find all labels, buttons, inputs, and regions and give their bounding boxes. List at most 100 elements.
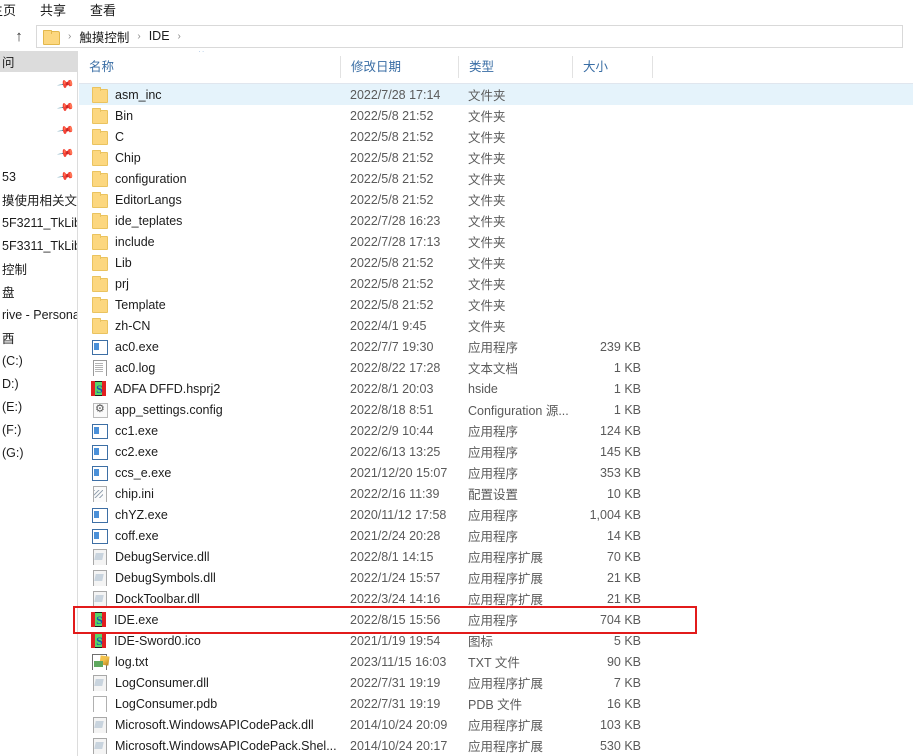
file-name-cell: Template: [79, 296, 340, 313]
nav-item-3[interactable]: 📌: [0, 120, 77, 141]
file-name-label: coff.exe: [115, 528, 159, 543]
file-date-cell: 2022/5/8 21:52: [350, 108, 434, 123]
ribbon-tab-0[interactable]: 主页: [0, 0, 28, 21]
table-row[interactable]: ac0.exe 2022/7/7 19:30 应用程序 239 KB: [79, 336, 913, 357]
file-name-label: LogConsumer.pdb: [115, 696, 218, 711]
ribbon-tab-1[interactable]: 共享: [28, 0, 78, 21]
table-row[interactable]: LogConsumer.pdb 2022/7/31 19:19 PDB 文件 16 K…: [79, 693, 913, 714]
file-date-cell: 2022/4/1 9:45: [350, 318, 427, 333]
nav-item-label: 5F3311_TkLib_: [2, 238, 77, 253]
breadcrumb-separator[interactable]: ›: [63, 31, 76, 42]
pin-icon[interactable]: 📌: [57, 145, 75, 163]
nav-item-16[interactable]: (F:): [0, 419, 77, 440]
table-row[interactable]: asm_inc 2022/7/28 17:14 文件夹: [79, 84, 913, 105]
table-row[interactable]: C 2022/5/8 21:52 文件夹: [79, 126, 913, 147]
table-row[interactable]: coff.exe 2021/2/24 20:28 应用程序 14 KB: [79, 525, 913, 546]
table-row[interactable]: chYZ.exe 2020/11/12 17:58 应用程序 1,004 KB: [79, 504, 913, 525]
nav-item-5[interactable]: 53 📌: [0, 166, 77, 187]
nav-item-0[interactable]: 问: [0, 51, 77, 72]
table-row[interactable]: include 2022/7/28 17:13 文件夹: [79, 231, 913, 252]
table-row[interactable]: Bin 2022/5/8 21:52 文件夹: [79, 105, 913, 126]
file-date-cell: 2022/5/8 21:52: [350, 297, 434, 312]
file-size-cell: 21 KB: [606, 591, 641, 606]
ribbon-tab-2[interactable]: 查看: [78, 0, 128, 21]
table-row[interactable]: ac0.log 2022/8/22 17:28 文本文档 1 KB: [79, 357, 913, 378]
file-name-cell: LogConsumer.pdb: [79, 695, 340, 712]
pin-icon[interactable]: 📌: [57, 99, 75, 117]
file-name-cell: chYZ.exe: [79, 507, 340, 523]
table-row[interactable]: S IDE.exe 2022/8/15 15:56 应用程序 704 KB: [79, 609, 913, 630]
file-name-label: DebugService.dll: [115, 549, 210, 564]
column-header-type[interactable]: 类型: [458, 55, 572, 78]
table-row[interactable]: configuration 2022/5/8 21:52 文件夹: [79, 168, 913, 189]
table-row[interactable]: LogConsumer.dll 2022/7/31 19:19 应用程序扩展 7 KB: [79, 672, 913, 693]
table-row[interactable]: DockToolbar.dll 2022/3/24 14:16 应用程序扩展 21 K…: [79, 588, 913, 609]
table-row[interactable]: Template 2022/5/8 21:52 文件夹: [79, 294, 913, 315]
file-date-cell: 2022/8/1 14:15: [350, 549, 434, 564]
file-list-pane: 名称 ^ 修改日期 类型 大小 asm_inc 2022/7/28 17:14 文件…: [79, 51, 913, 756]
nav-item-10[interactable]: 盘: [0, 281, 77, 302]
breadcrumb-separator[interactable]: ›: [132, 31, 145, 42]
nav-item-4[interactable]: 📌: [0, 143, 77, 164]
nav-item-2[interactable]: 📌: [0, 97, 77, 118]
file-date-cell: 2022/8/1 20:03: [350, 381, 434, 396]
table-row[interactable]: S IDE-Sword0.ico 2021/1/19 19:54 图标 5 KB: [79, 630, 913, 651]
nav-item-14[interactable]: D:): [0, 373, 77, 394]
file-date-cell: 2022/5/8 21:52: [350, 129, 434, 144]
table-row[interactable]: Microsoft.WindowsAPICodePack.dll 2014/10/…: [79, 714, 913, 735]
nav-item-17[interactable]: (G:): [0, 442, 77, 463]
breadcrumb-separator[interactable]: ›: [173, 31, 186, 42]
breadcrumb-item-0[interactable]: 触摸控制: [76, 27, 132, 46]
table-row[interactable]: Lib 2022/5/8 21:52 文件夹: [79, 252, 913, 273]
table-row[interactable]: app_settings.config 2022/8/18 8:51 Configu…: [79, 399, 913, 420]
nav-item-6[interactable]: 摸使用相关文档: [0, 189, 77, 210]
column-header-name[interactable]: 名称 ^: [79, 51, 340, 78]
table-row[interactable]: Microsoft.WindowsAPICodePack.Shel... 2014…: [79, 735, 913, 756]
column-header-size[interactable]: 大小: [572, 55, 653, 78]
nav-item-1[interactable]: 📌: [0, 74, 77, 95]
up-arrow-icon[interactable]: ↑: [6, 24, 32, 48]
pin-icon[interactable]: 📌: [57, 122, 75, 140]
nav-item-12[interactable]: 酉: [0, 327, 77, 348]
file-date-cell: 2022/1/24 15:57: [350, 570, 441, 585]
breadcrumb[interactable]: › 触摸控制 › IDE ›: [36, 24, 903, 48]
file-name-label: EditorLangs: [115, 192, 182, 207]
file-size-cell: 124 KB: [599, 423, 641, 438]
table-row[interactable]: ide_teplates 2022/7/28 16:23 文件夹: [79, 210, 913, 231]
pin-icon[interactable]: 📌: [57, 76, 75, 94]
file-size-cell: 1 KB: [613, 381, 641, 396]
file-date-cell: 2022/6/13 13:25: [350, 444, 441, 459]
file-name-label: chip.ini: [115, 486, 154, 501]
nav-item-9[interactable]: 控制: [0, 258, 77, 279]
table-row[interactable]: chip.ini 2022/2/16 11:39 配置设置 10 KB: [79, 483, 913, 504]
table-row[interactable]: log.txt 2023/11/15 16:03 TXT 文件 90 KB: [79, 651, 913, 672]
table-row[interactable]: Chip 2022/5/8 21:52 文件夹: [79, 147, 913, 168]
nav-item-8[interactable]: 5F3311_TkLib_: [0, 235, 77, 256]
nav-item-13[interactable]: (C:): [0, 350, 77, 371]
table-row[interactable]: zh-CN 2022/4/1 9:45 文件夹: [79, 315, 913, 336]
table-row[interactable]: cc2.exe 2022/6/13 13:25 应用程序 145 KB: [79, 441, 913, 462]
table-row[interactable]: cc1.exe 2022/2/9 10:44 应用程序 124 KB: [79, 420, 913, 441]
table-row[interactable]: prj 2022/5/8 21:52 文件夹: [79, 273, 913, 294]
nav-item-label: 53: [2, 169, 16, 184]
file-name-cell: prj: [79, 275, 340, 292]
nav-item-11[interactable]: rive - Persona: [0, 304, 77, 325]
table-row[interactable]: DebugService.dll 2022/8/1 14:15 应用程序扩展 70 K…: [79, 546, 913, 567]
file-type-cell: 文本文档: [468, 362, 519, 376]
folder-icon: [91, 191, 108, 208]
column-header-row: 名称 ^ 修改日期 类型 大小: [79, 51, 913, 84]
table-row[interactable]: DebugSymbols.dll 2022/1/24 15:57 应用程序扩展 21 …: [79, 567, 913, 588]
nav-item-15[interactable]: (E:): [0, 396, 77, 417]
file-size-cell: 16 KB: [606, 696, 641, 711]
table-row[interactable]: ccs_e.exe 2021/12/20 15:07 应用程序 353 KB: [79, 462, 913, 483]
file-type-cell: 配置设置: [468, 488, 519, 502]
pin-icon[interactable]: 📌: [57, 168, 75, 186]
nav-item-7[interactable]: 5F3211_TkLib_: [0, 212, 77, 233]
breadcrumb-item-1[interactable]: IDE: [146, 29, 173, 43]
column-header-date[interactable]: 修改日期: [340, 55, 458, 78]
file-name-label: chYZ.exe: [115, 507, 168, 522]
table-row[interactable]: S ADFA DFFD.hsprj2 2022/8/1 20:03 hside 1 KB: [79, 378, 913, 399]
table-row[interactable]: EditorLangs 2022/5/8 21:52 文件夹: [79, 189, 913, 210]
file-date-cell: 2020/11/12 17:58: [350, 507, 447, 522]
file-type-cell: 应用程序扩展: [468, 719, 544, 733]
